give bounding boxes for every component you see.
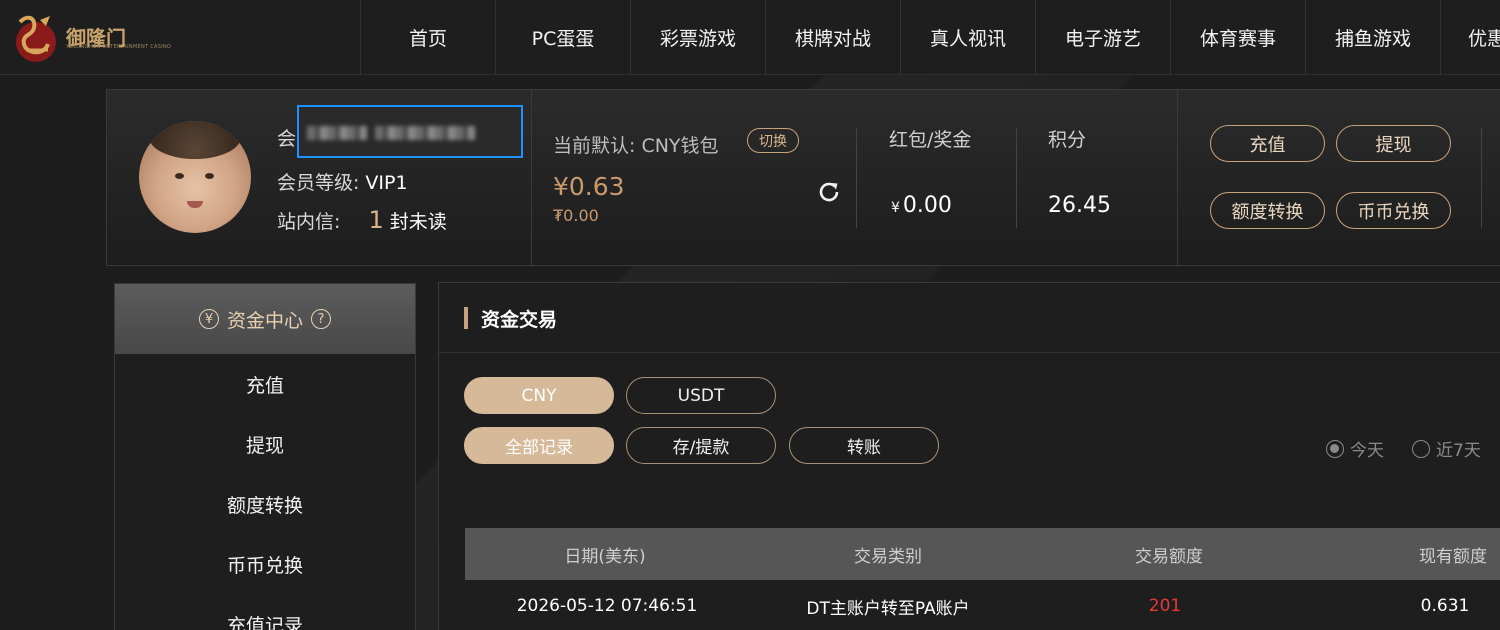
nav-sports[interactable]: 体育赛事 [1170,0,1305,75]
nav-home[interactable]: 首页 [360,0,495,75]
bonus-value: ¥0.00 [891,193,952,218]
nav-lottery[interactable]: 彩票游戏 [630,0,765,75]
logo-subtitle: YULONGMEN ENTERTAINMENT CASINO [66,44,172,50]
unread-count: 1 [368,206,384,234]
withdraw-button[interactable]: 提现 [1336,125,1451,162]
panel-title: 资金交易 [481,309,558,331]
nav-promotions[interactable]: 优惠 [1440,0,1500,75]
member-name-row: 会 [277,124,296,151]
table-header: 日期(美东) 交易类别 交易额度 现有额度 [465,528,1500,580]
tab-deposit-withdraw[interactable]: 存/提款 [626,427,776,464]
coin-exchange-button[interactable]: 币币兑换 [1336,192,1451,229]
range-today-radio[interactable]: 今天 [1326,436,1384,461]
radio-unchecked-icon [1412,439,1430,458]
divider [1481,128,1482,228]
avatar[interactable] [139,121,251,233]
nav-chess-cards[interactable]: 棋牌对战 [765,0,900,75]
divider [1016,128,1017,228]
divider [1177,90,1178,267]
sidebar-header: ¥ 资金中心 ? [115,284,415,354]
inbox-row[interactable]: 站内信: 1 封未读 [277,206,447,234]
tab-all-records[interactable]: 全部记录 [464,427,614,464]
sidebar-item-deposit-records[interactable]: 充值记录 [115,594,415,630]
column-date: 日期(美东) [564,546,646,567]
nav-live-video[interactable]: 真人视讯 [900,0,1035,75]
help-icon[interactable]: ? [311,309,331,329]
unread-suffix: 封未读 [389,211,447,233]
cell-amount: 201 [1148,596,1182,616]
transfer-quota-button[interactable]: 额度转换 [1210,192,1325,229]
panel-header: 资金交易 [439,283,1500,353]
site-logo[interactable]: 御隆门 [14,10,144,65]
member-level-row: 会员等级: VIP1 [277,168,408,195]
fund-center-sidebar: ¥ 资金中心 ? 充值 提现 额度转换 币币兑换 充值记录 [114,283,416,630]
column-type: 交易类别 [854,546,922,567]
divider [856,128,857,228]
member-name-redacted[interactable] [297,105,523,158]
wallet-usdt-balance: ₮0.00 [553,206,599,225]
tab-currency-usdt[interactable]: USDT [626,377,776,414]
sidebar-title: 资金中心 [226,309,303,332]
points-value: 26.45 [1048,193,1111,218]
divider [531,90,532,267]
title-accent-bar [464,307,468,329]
refresh-icon[interactable] [815,178,843,206]
deposit-button[interactable]: 充值 [1210,125,1325,162]
inbox-label: 站内信: [277,211,341,233]
column-balance: 现有额度 [1419,546,1487,567]
range-7days-radio[interactable]: 近7天 [1412,436,1481,461]
default-wallet-label: 当前默认: CNY钱包 [553,135,719,157]
member-profile-panel: 会 会员等级: VIP1 站内信: 1 封未读 当前默认: CNY钱包 切换 ¥0.… [106,89,1500,267]
yuan-icon: ¥ [198,309,219,329]
member-level-label: 会员等级: [277,172,360,194]
nav-pc-egg[interactable]: PC蛋蛋 [495,0,630,75]
member-level-value: VIP1 [365,172,408,194]
sidebar-item-deposit[interactable]: 充值 [115,354,415,414]
nav-electronic-games[interactable]: 电子游艺 [1035,0,1170,75]
points-label: 积分 [1048,129,1087,151]
tab-currency-cny[interactable]: CNY [464,377,614,414]
fund-transactions-panel: 资金交易 CNY USDT 全部记录 存/提款 转账 今天 近7天 日期(美东)… [438,282,1500,630]
sidebar-item-coin-exchange[interactable]: 币币兑换 [115,534,415,594]
switch-wallet-button[interactable]: 切换 [747,128,799,153]
sidebar-item-transfer[interactable]: 额度转换 [115,474,415,534]
sidebar-item-withdraw[interactable]: 提现 [115,414,415,474]
member-name-label: 会 [277,128,297,150]
main-nav: 首页 PC蛋蛋 彩票游戏 棋牌对战 真人视讯 电子游艺 体育赛事 捕鱼游戏 优惠 [360,0,1500,75]
wallet-cny-balance: ¥0.63 [553,172,625,201]
cell-date: 2026-05-12 07:46:51 [516,596,698,616]
dragon-logo-icon [16,15,56,62]
nav-fishing[interactable]: 捕鱼游戏 [1305,0,1440,75]
column-amount: 交易额度 [1135,546,1203,567]
bonus-label: 红包/奖金 [889,129,972,151]
cell-type: DT主账户转至PA账户 [806,598,970,619]
cell-balance: 0.631 [1420,596,1470,616]
top-navigation-bar: 御隆门 YULONGMEN ENTERTAINMENT CASINO 首页 PC… [0,0,1500,75]
tab-transfer[interactable]: 转账 [789,427,939,464]
table-row: 2026-05-12 07:46:51 DT主账户转至PA账户 201 0.63… [465,580,1500,630]
radio-checked-icon [1326,439,1344,458]
